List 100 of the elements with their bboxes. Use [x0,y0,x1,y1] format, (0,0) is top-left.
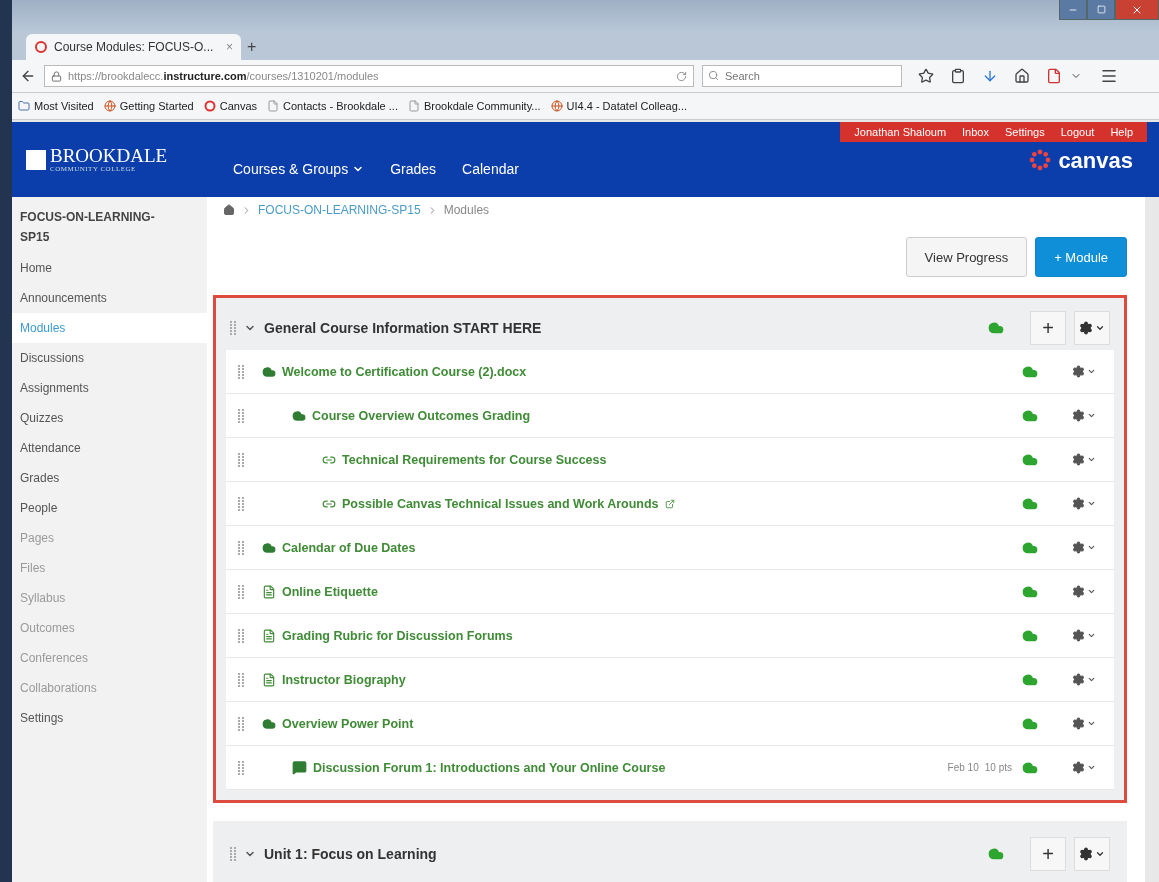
nav-link[interactable]: Grades [390,122,437,197]
settings-button[interactable] [1072,761,1096,774]
ring-icon [34,40,48,54]
cloud-icon [292,408,306,423]
sidebar-item[interactable]: Grades [12,463,207,493]
settings-button[interactable] [1072,585,1096,598]
page-icon [407,100,420,112]
drag-handle-icon[interactable] [238,584,244,599]
published-cloud-icon[interactable] [988,320,1004,336]
search-field[interactable]: Search [702,65,902,87]
caret-icon [1095,323,1105,333]
module-item-link[interactable]: Possible Canvas Technical Issues and Work Arounds [342,496,659,511]
breadcrumb-link[interactable]: FOCUS-ON-LEARNING-SP15 [258,203,421,217]
sidebar-item[interactable]: Settings [12,703,207,733]
settings-button[interactable] [1072,541,1096,554]
home-icon[interactable] [223,204,235,216]
bookmark-link[interactable]: Contacts - Brookdale ... [267,100,398,112]
user-link[interactable]: Settings [1004,126,1045,138]
due-date: Feb 10 [947,762,979,773]
pdf-icon[interactable] [1046,68,1062,84]
module-item-link[interactable]: Online Etiquette [282,584,378,599]
published-cloud-icon[interactable] [988,846,1004,862]
module-item-link[interactable]: Discussion Forum 1: Introductions and Your Online Course [313,760,666,775]
bookmark-link[interactable]: UI4.4 - Datatel Colleag... [550,100,687,112]
tab-close-button[interactable]: × [226,40,233,54]
user-link[interactable]: Logout [1060,126,1095,138]
maximize-button[interactable] [1087,0,1115,20]
caret-icon [1087,455,1096,464]
bookmark-link[interactable]: Canvas [203,100,257,112]
caret-icon [1087,411,1096,420]
bookmark-link[interactable]: Getting Started [103,100,194,112]
drag-handle-icon[interactable] [238,760,244,775]
settings-button[interactable] [1074,311,1110,345]
drag-handle-icon[interactable] [238,628,244,643]
drag-handle-icon[interactable] [238,496,244,511]
add-item-button[interactable]: + [1030,311,1066,345]
back-icon[interactable] [20,68,36,84]
drag-handle-icon[interactable] [238,452,244,467]
bookmark-star-icon[interactable] [918,68,934,84]
clipboard-icon[interactable] [950,68,966,84]
document-icon [262,628,276,643]
add-item-button[interactable]: + [1030,837,1066,871]
caret-icon [1087,719,1096,728]
address-bar[interactable]: https://brookdalecc.instructure.com/courses/1310201/modules [44,65,694,87]
course-title: FOCUS-ON-LEARNING-SP15 [19,209,156,246]
speech-bubble-icon [292,760,307,775]
globe-icon [550,100,563,112]
module-item-link[interactable]: Technical Requirements for Course Success [342,452,607,467]
settings-button[interactable] [1072,629,1096,642]
drag-handle-icon[interactable] [238,408,244,423]
module-item-link[interactable]: Calendar of Due Dates [282,540,416,555]
sidebar-item[interactable]: Home [12,253,207,283]
add-module-button[interactable]: + Module [1035,237,1127,277]
sidebar-item[interactable]: Discussions [12,343,207,373]
settings-button[interactable] [1074,837,1110,871]
caret-icon [1087,587,1096,596]
module-item-link[interactable]: Instructor Biography [282,672,406,687]
view-progress-button[interactable]: View Progress [905,237,1028,277]
settings-button[interactable] [1072,673,1096,686]
new-tab-button[interactable]: + [247,38,257,60]
drag-handle-icon[interactable] [238,716,244,731]
nav-link[interactable]: Courses & Groups [233,122,365,197]
sidebar-item[interactable]: People [12,493,207,523]
gear-icon [1072,585,1085,598]
menu-icon[interactable] [1100,67,1118,85]
module-item-link[interactable]: Welcome to Certification Course (2).docx [282,364,527,379]
user-link[interactable]: Help [1110,126,1133,138]
module-item-link[interactable]: Overview Power Point [282,716,414,731]
bookmark-link[interactable]: Brookdale Community... [407,100,541,112]
sidebar-item[interactable]: Attendance [12,433,207,463]
drag-handle-icon[interactable] [238,540,244,555]
drag-handle-icon[interactable] [230,847,236,861]
settings-button[interactable] [1072,453,1096,466]
sidebar-item[interactable]: Quizzes [12,403,207,433]
settings-button[interactable] [1072,717,1096,730]
sidebar-item[interactable]: Modules [12,313,207,343]
caret-icon [1087,499,1096,508]
breadcrumb-link[interactable]: Modules [443,203,490,217]
settings-button[interactable] [1072,365,1096,378]
settings-button[interactable] [1072,409,1096,422]
gear-icon [1079,321,1093,335]
gear-icon [1079,847,1093,861]
user-link[interactable]: Jonathan Shaloum [854,126,947,138]
sidebar-item[interactable]: Assignments [12,373,207,403]
browser-tab[interactable]: Course Modules: FOCUS-O... × [26,34,241,60]
user-link[interactable]: Inbox [962,126,989,138]
reload-icon[interactable] [676,70,687,82]
bookmark-link[interactable]: Most Visited [18,100,94,112]
download-icon[interactable] [982,68,998,84]
nav-link[interactable]: Calendar [462,122,519,197]
drag-handle-icon[interactable] [230,321,236,335]
settings-button[interactable] [1072,497,1096,510]
home-icon[interactable] [1014,68,1030,84]
module-item-link[interactable]: Grading Rubric for Discussion Forums [282,628,513,643]
sidebar-item[interactable]: Announcements [12,283,207,313]
module-item-link[interactable]: Course Overview Outcomes Grading [312,408,531,423]
page-icon [267,100,279,112]
minimize-button[interactable] [1059,0,1087,20]
drag-handle-icon[interactable] [238,672,244,687]
drag-handle-icon[interactable] [238,364,244,379]
